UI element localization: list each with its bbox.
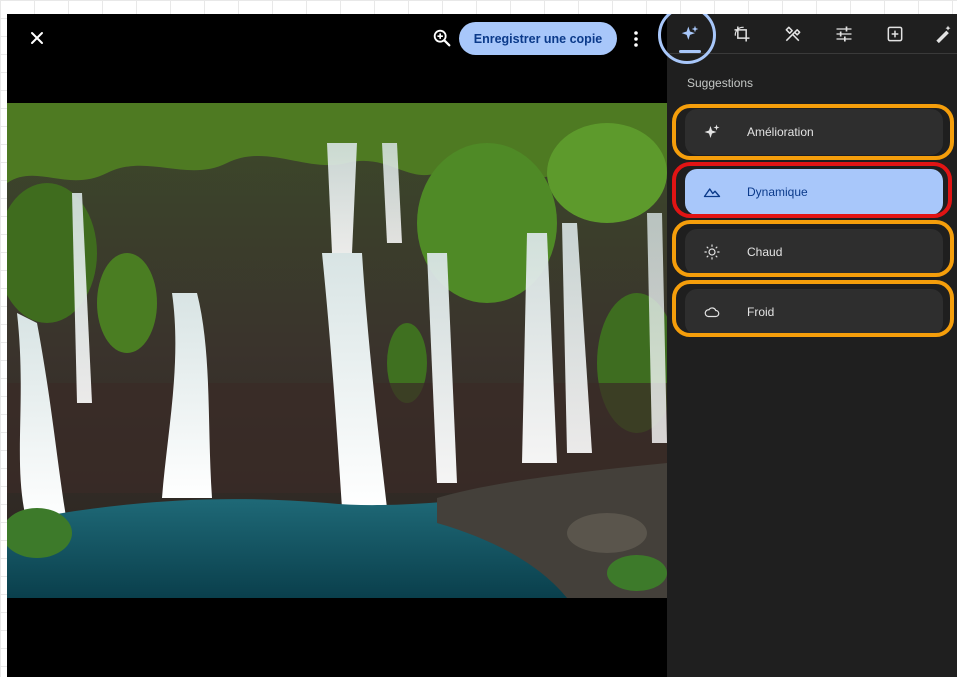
photo-editor: Enregistrer une copie Suggestions Amélio… xyxy=(7,14,957,677)
zoom-in-icon[interactable] xyxy=(431,27,453,49)
edit-panel: Suggestions Amélioration Dynamique Chaud… xyxy=(667,14,957,677)
mountain-icon xyxy=(703,183,721,201)
tab-adjust[interactable] xyxy=(830,20,858,48)
sun-icon xyxy=(703,243,721,261)
tab-crop[interactable] xyxy=(728,20,756,48)
suggestion-label: Dynamique xyxy=(747,185,808,199)
markup-icon xyxy=(936,25,951,44)
tab-divider xyxy=(667,53,957,54)
tools-icon xyxy=(785,26,801,42)
suggestion-dynamic-button[interactable]: Dynamique xyxy=(685,169,943,215)
photo-canvas[interactable] xyxy=(7,103,667,598)
edit-tabs xyxy=(667,14,957,54)
suggestion-warm-button[interactable]: Chaud xyxy=(685,229,943,275)
close-icon[interactable] xyxy=(25,26,49,50)
more-options-icon[interactable] xyxy=(627,28,645,50)
tab-markup[interactable] xyxy=(929,20,957,48)
crop-rotate-icon xyxy=(734,26,750,42)
enhance-sparkle-icon xyxy=(703,123,721,141)
cloud-icon xyxy=(703,303,721,321)
section-title: Suggestions xyxy=(687,76,754,90)
editor-toolbar: Enregistrer une copie xyxy=(7,14,667,66)
suggestion-label: Froid xyxy=(747,305,775,319)
adjust-sliders-icon xyxy=(836,26,852,42)
suggestion-label: Chaud xyxy=(747,245,783,259)
add-frame-icon xyxy=(887,26,903,42)
suggestion-label: Amélioration xyxy=(747,125,814,139)
save-copy-button[interactable]: Enregistrer une copie xyxy=(459,22,617,55)
sparkle-icon xyxy=(681,25,699,40)
tab-frame[interactable] xyxy=(881,20,909,48)
waterfall-photo xyxy=(7,103,667,598)
suggestion-cool-button[interactable]: Froid xyxy=(685,289,943,335)
tab-suggestions[interactable] xyxy=(676,20,704,48)
tab-tools[interactable] xyxy=(779,20,807,48)
suggestion-enhance-button[interactable]: Amélioration xyxy=(685,109,943,155)
